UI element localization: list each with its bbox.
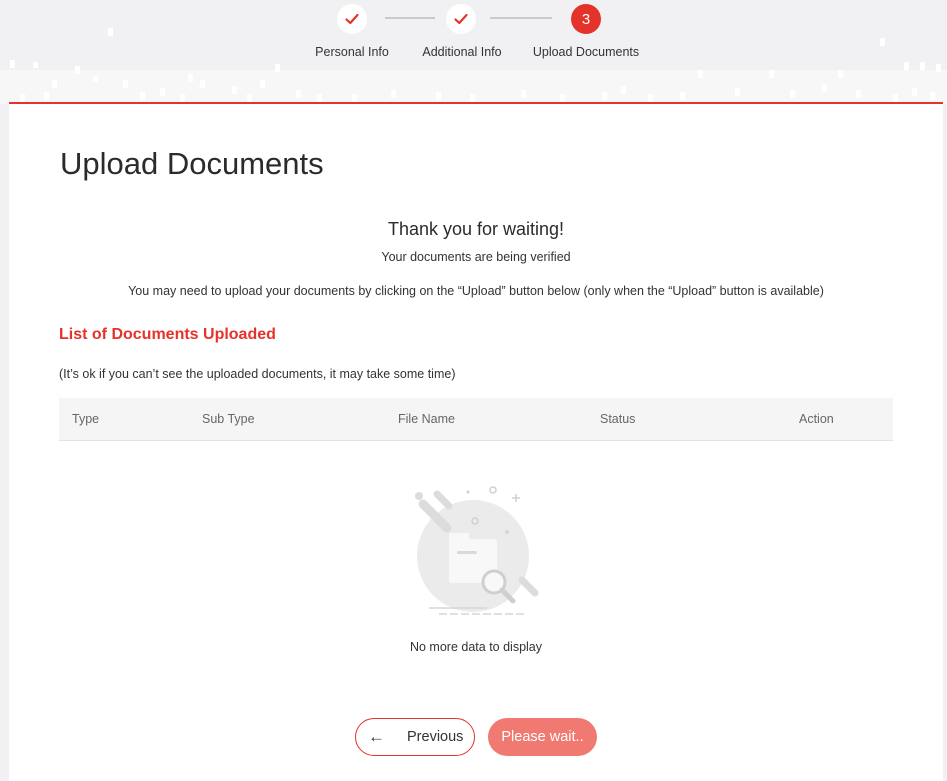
check-icon	[454, 13, 468, 25]
column-header-sub-type: Sub Type	[202, 412, 255, 426]
column-header-status: Status	[600, 412, 636, 426]
arrow-left-icon: ←	[368, 727, 385, 746]
thanks-heading: Thank you for waiting!	[387, 219, 565, 239]
documents-hint: (It’s ok if you can’t see the uploaded d…	[59, 367, 456, 381]
verifying-text: Your documents are being verified	[381, 250, 571, 264]
documents-table-header: Type Sub Type File Name Status Action	[59, 398, 893, 441]
step-label-personal-info: Personal Info	[315, 45, 389, 59]
step-number: 3	[581, 10, 591, 28]
column-header-file-name: File Name	[398, 412, 455, 426]
documents-section-title: List of Documents Uploaded	[59, 326, 276, 343]
step-additional-info	[446, 4, 476, 34]
stepper-header: 3 Personal Info Additional Info Upload D…	[0, 0, 947, 104]
column-header-action: Action	[799, 412, 834, 426]
empty-state-text: No more data to display	[409, 640, 542, 654]
step-connector	[385, 17, 435, 19]
please-wait-button[interactable]: Please wait..	[488, 718, 597, 756]
column-header-type: Type	[72, 412, 100, 426]
check-icon	[345, 13, 359, 25]
page-title: Upload Documents	[60, 146, 324, 181]
upload-documents-card: Upload Documents Thank you for waiting! …	[9, 104, 943, 781]
folder-search-icon	[415, 486, 539, 615]
progress-stepper: 3 Personal Info Additional Info Upload D…	[0, 0, 947, 70]
previous-label: Previous	[407, 729, 464, 745]
step-personal-info	[337, 4, 367, 34]
step-label-upload-documents: Upload Documents	[532, 45, 640, 59]
step-label-additional-info: Additional Info	[422, 45, 502, 59]
step-upload-documents: 3	[571, 4, 601, 34]
upload-note: You may need to upload your documents by…	[128, 284, 824, 298]
step-connector	[490, 17, 552, 19]
previous-button[interactable]: ← Previous	[355, 718, 475, 756]
